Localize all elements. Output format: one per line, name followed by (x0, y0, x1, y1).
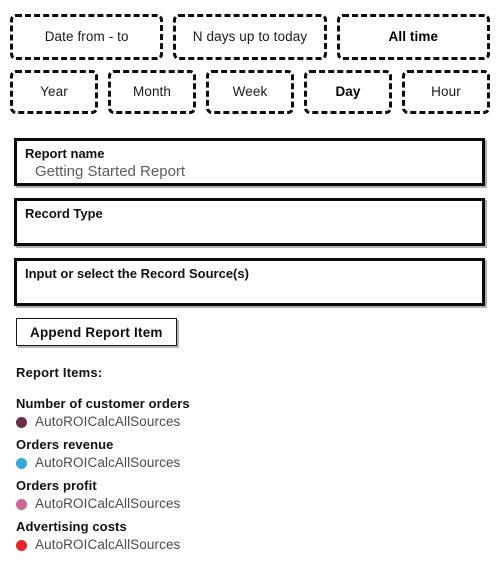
granularity-option-week[interactable]: Week (206, 70, 294, 114)
record-source-value (25, 282, 474, 302)
period-option-all-time[interactable]: All time (336, 14, 490, 60)
granularity-option-month[interactable]: Month (108, 70, 196, 114)
color-dot-icon (16, 498, 27, 510)
color-dot-icon (16, 539, 27, 551)
report-item-title: Orders revenue (16, 437, 114, 452)
report-item-title: Orders profit (16, 478, 97, 493)
granularity-option-year[interactable]: Year (10, 70, 98, 114)
report-item-source-row[interactable]: AutoROICalcAllSources (16, 455, 436, 471)
record-source-label: Input or select the Record Source(s) (25, 266, 249, 281)
report-item: Number of customer orders AutoROICalcAllS… (16, 396, 436, 430)
report-item: Orders profit AutoROICalcAllSources (16, 478, 436, 512)
color-dot-icon (16, 416, 27, 428)
period-option-n-days-up-to-today[interactable]: N days up to today (173, 14, 327, 60)
granularity-selector: Year Month Week Day Hour (0, 70, 500, 114)
report-items-list: Number of customer orders AutoROICalcAllS… (16, 396, 436, 560)
granularity-option-hour[interactable]: Hour (402, 70, 490, 114)
report-item-source-name: AutoROICalcAllSources (35, 537, 181, 552)
report-item-source-row[interactable]: AutoROICalcAllSources (16, 537, 436, 553)
record-type-value (25, 222, 474, 242)
report-item-source-name: AutoROICalcAllSources (35, 414, 181, 429)
report-item: Orders revenue AutoROICalcAllSources (16, 437, 436, 471)
report-item-source-name: AutoROICalcAllSources (35, 496, 181, 511)
report-item-source-row[interactable]: AutoROICalcAllSources (16, 414, 436, 430)
report-item-title: Number of customer orders (16, 396, 190, 411)
report-name-field[interactable]: Report name Getting Started Report (14, 138, 485, 186)
record-type-field[interactable]: Record Type (14, 198, 485, 246)
report-name-value: Getting Started Report (35, 163, 186, 180)
granularity-option-day[interactable]: Day (304, 70, 392, 114)
report-name-label: Report name (25, 146, 105, 161)
report-item-source-row[interactable]: AutoROICalcAllSources (16, 496, 436, 512)
period-option-date-from-to[interactable]: Date from - to (10, 14, 164, 60)
record-type-label: Record Type (25, 206, 103, 221)
record-source-field[interactable]: Input or select the Record Source(s) (14, 258, 485, 306)
report-items-heading: Report Items: (16, 365, 103, 380)
color-dot-icon (16, 457, 27, 469)
period-selector: Date from - to N days up to today All time (0, 14, 500, 60)
report-item-source-name: AutoROICalcAllSources (35, 455, 181, 470)
report-item: Advertising costs AutoROICalcAllSources (16, 519, 436, 553)
report-item-title: Advertising costs (16, 519, 127, 534)
append-report-item-button[interactable]: Append Report Item (16, 318, 177, 346)
